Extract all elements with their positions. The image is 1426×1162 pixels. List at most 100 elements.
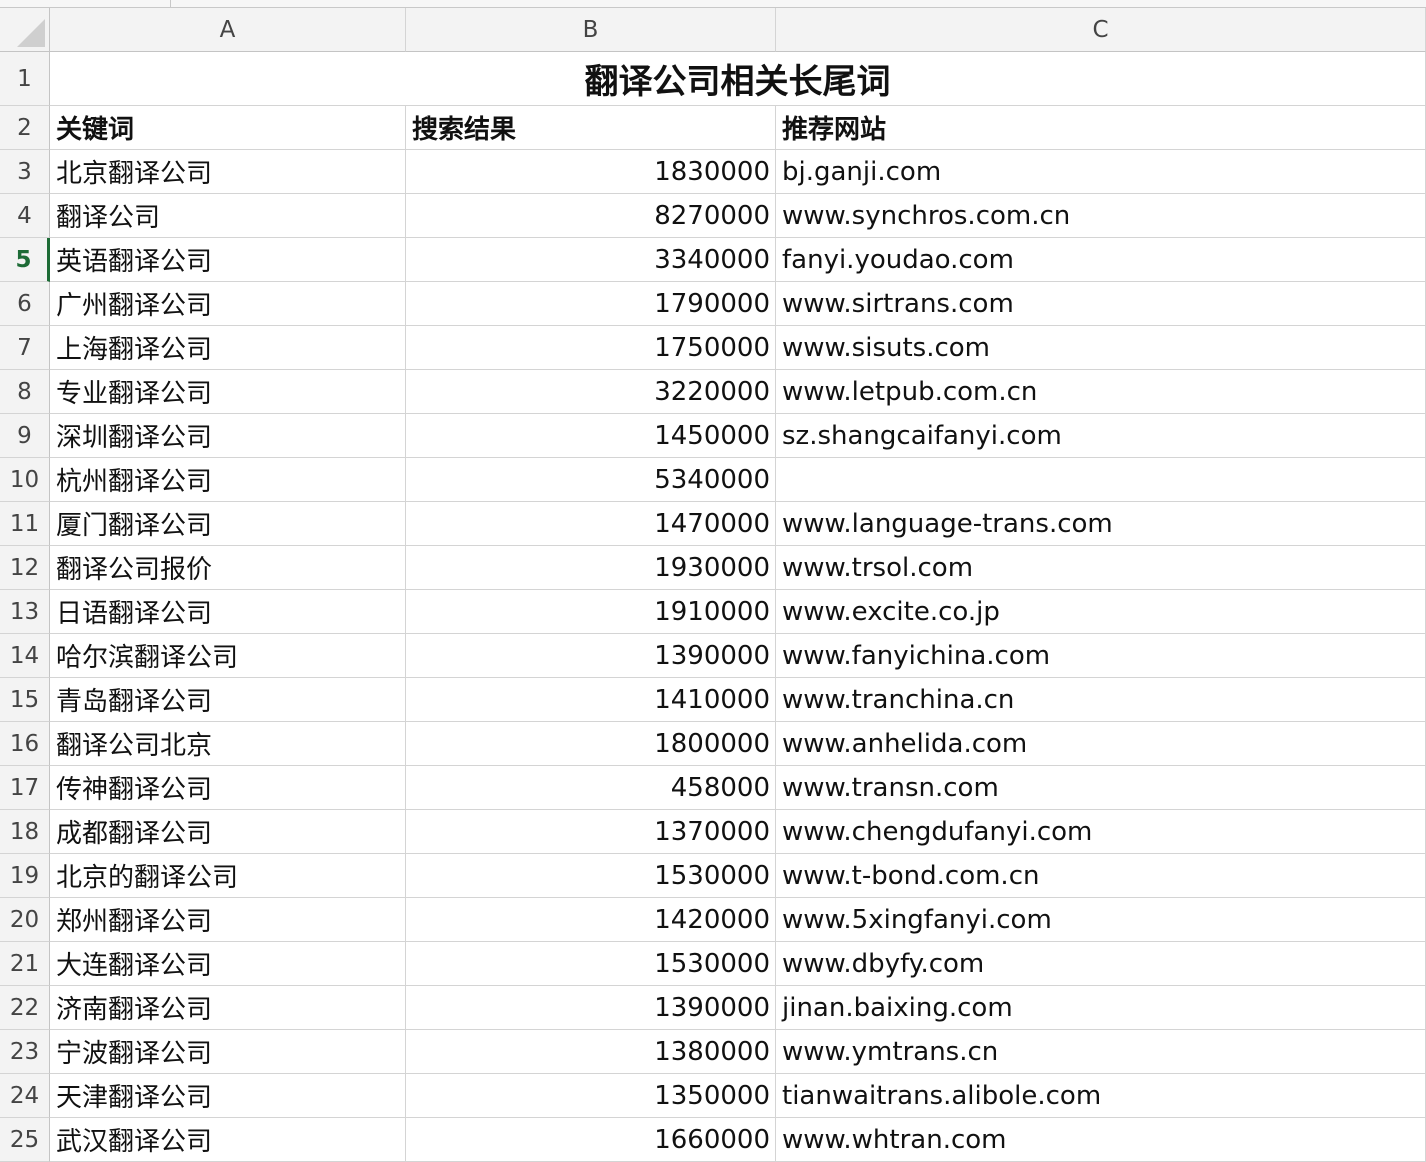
keyword-cell[interactable]: 哈尔滨翻译公司 bbox=[50, 634, 406, 678]
keyword-cell[interactable]: 济南翻译公司 bbox=[50, 986, 406, 1030]
column-header-a[interactable]: A bbox=[50, 8, 406, 52]
results-cell[interactable]: 1830000 bbox=[406, 150, 776, 194]
results-cell[interactable]: 5340000 bbox=[406, 458, 776, 502]
results-cell[interactable]: 3340000 bbox=[406, 238, 776, 282]
row-header[interactable]: 3 bbox=[0, 150, 50, 194]
row-header[interactable]: 6 bbox=[0, 282, 50, 326]
results-cell[interactable]: 1800000 bbox=[406, 722, 776, 766]
keyword-cell[interactable]: 日语翻译公司 bbox=[50, 590, 406, 634]
results-cell[interactable]: 1420000 bbox=[406, 898, 776, 942]
keyword-cell[interactable]: 北京翻译公司 bbox=[50, 150, 406, 194]
site-cell[interactable]: fanyi.youdao.com bbox=[776, 238, 1426, 282]
keyword-cell[interactable]: 翻译公司 bbox=[50, 194, 406, 238]
keyword-cell[interactable]: 翻译公司北京 bbox=[50, 722, 406, 766]
site-cell[interactable]: sz.shangcaifanyi.com bbox=[776, 414, 1426, 458]
site-cell[interactable]: www.anhelida.com bbox=[776, 722, 1426, 766]
results-cell[interactable]: 1750000 bbox=[406, 326, 776, 370]
keyword-cell[interactable]: 郑州翻译公司 bbox=[50, 898, 406, 942]
results-cell[interactable]: 1930000 bbox=[406, 546, 776, 590]
site-cell[interactable]: www.tranchina.cn bbox=[776, 678, 1426, 722]
keyword-cell[interactable]: 北京的翻译公司 bbox=[50, 854, 406, 898]
keyword-cell[interactable]: 深圳翻译公司 bbox=[50, 414, 406, 458]
site-cell[interactable]: www.sisuts.com bbox=[776, 326, 1426, 370]
results-cell[interactable]: 1470000 bbox=[406, 502, 776, 546]
results-cell[interactable]: 1410000 bbox=[406, 678, 776, 722]
results-cell[interactable]: 1390000 bbox=[406, 986, 776, 1030]
site-cell[interactable]: www.transn.com bbox=[776, 766, 1426, 810]
sheet-title-cell[interactable]: 翻译公司相关长尾词 bbox=[50, 52, 1426, 106]
row-header[interactable]: 13 bbox=[0, 590, 50, 634]
row-header[interactable]: 22 bbox=[0, 986, 50, 1030]
results-cell[interactable]: 1660000 bbox=[406, 1118, 776, 1162]
site-cell[interactable]: jinan.baixing.com bbox=[776, 986, 1426, 1030]
row-header[interactable]: 25 bbox=[0, 1118, 50, 1162]
site-cell[interactable]: www.language-trans.com bbox=[776, 502, 1426, 546]
row-header[interactable]: 21 bbox=[0, 942, 50, 986]
row-header[interactable]: 4 bbox=[0, 194, 50, 238]
row-header[interactable]: 2 bbox=[0, 106, 50, 150]
row-header[interactable]: 5 bbox=[0, 238, 50, 282]
header-cell-results[interactable]: 搜索结果 bbox=[406, 106, 776, 150]
row-header[interactable]: 1 bbox=[0, 52, 50, 106]
results-cell[interactable]: 8270000 bbox=[406, 194, 776, 238]
header-cell-keyword[interactable]: 关键词 bbox=[50, 106, 406, 150]
row-header[interactable]: 20 bbox=[0, 898, 50, 942]
header-cell-site[interactable]: 推荐网站 bbox=[776, 106, 1426, 150]
row-header[interactable]: 12 bbox=[0, 546, 50, 590]
row-header[interactable]: 7 bbox=[0, 326, 50, 370]
site-cell[interactable]: www.chengdufanyi.com bbox=[776, 810, 1426, 854]
row-header[interactable]: 8 bbox=[0, 370, 50, 414]
row-header[interactable]: 18 bbox=[0, 810, 50, 854]
keyword-cell[interactable]: 宁波翻译公司 bbox=[50, 1030, 406, 1074]
site-cell[interactable]: www.trsol.com bbox=[776, 546, 1426, 590]
row-header[interactable]: 23 bbox=[0, 1030, 50, 1074]
row-header[interactable]: 10 bbox=[0, 458, 50, 502]
site-cell[interactable]: www.ymtrans.cn bbox=[776, 1030, 1426, 1074]
site-cell[interactable]: www.dbyfy.com bbox=[776, 942, 1426, 986]
keyword-cell[interactable]: 武汉翻译公司 bbox=[50, 1118, 406, 1162]
site-cell[interactable]: www.letpub.com.cn bbox=[776, 370, 1426, 414]
site-cell[interactable]: www.whtran.com bbox=[776, 1118, 1426, 1162]
keyword-cell[interactable]: 翻译公司报价 bbox=[50, 546, 406, 590]
keyword-cell[interactable]: 英语翻译公司 bbox=[50, 238, 406, 282]
column-header-c[interactable]: C bbox=[776, 8, 1426, 52]
row-header[interactable]: 11 bbox=[0, 502, 50, 546]
site-cell[interactable]: www.fanyichina.com bbox=[776, 634, 1426, 678]
results-cell[interactable]: 1790000 bbox=[406, 282, 776, 326]
results-cell[interactable]: 1450000 bbox=[406, 414, 776, 458]
row-header[interactable]: 19 bbox=[0, 854, 50, 898]
keyword-cell[interactable]: 成都翻译公司 bbox=[50, 810, 406, 854]
row-header[interactable]: 17 bbox=[0, 766, 50, 810]
row-header[interactable]: 16 bbox=[0, 722, 50, 766]
results-cell[interactable]: 1530000 bbox=[406, 942, 776, 986]
keyword-cell[interactable]: 传神翻译公司 bbox=[50, 766, 406, 810]
results-cell[interactable]: 1380000 bbox=[406, 1030, 776, 1074]
site-cell[interactable]: www.synchros.com.cn bbox=[776, 194, 1426, 238]
site-cell[interactable]: www.excite.co.jp bbox=[776, 590, 1426, 634]
keyword-cell[interactable]: 广州翻译公司 bbox=[50, 282, 406, 326]
keyword-cell[interactable]: 杭州翻译公司 bbox=[50, 458, 406, 502]
keyword-cell[interactable]: 厦门翻译公司 bbox=[50, 502, 406, 546]
keyword-cell[interactable]: 上海翻译公司 bbox=[50, 326, 406, 370]
site-cell[interactable]: tianwaitrans.alibole.com bbox=[776, 1074, 1426, 1118]
site-cell[interactable]: bj.ganji.com bbox=[776, 150, 1426, 194]
select-all-corner[interactable] bbox=[0, 8, 50, 52]
site-cell[interactable]: www.sirtrans.com bbox=[776, 282, 1426, 326]
results-cell[interactable]: 1910000 bbox=[406, 590, 776, 634]
site-cell[interactable]: www.5xingfanyi.com bbox=[776, 898, 1426, 942]
keyword-cell[interactable]: 专业翻译公司 bbox=[50, 370, 406, 414]
keyword-cell[interactable]: 大连翻译公司 bbox=[50, 942, 406, 986]
results-cell[interactable]: 458000 bbox=[406, 766, 776, 810]
keyword-cell[interactable]: 青岛翻译公司 bbox=[50, 678, 406, 722]
results-cell[interactable]: 1370000 bbox=[406, 810, 776, 854]
results-cell[interactable]: 3220000 bbox=[406, 370, 776, 414]
keyword-cell[interactable]: 天津翻译公司 bbox=[50, 1074, 406, 1118]
row-header[interactable]: 9 bbox=[0, 414, 50, 458]
row-header[interactable]: 14 bbox=[0, 634, 50, 678]
column-header-b[interactable]: B bbox=[406, 8, 776, 52]
row-header[interactable]: 15 bbox=[0, 678, 50, 722]
results-cell[interactable]: 1530000 bbox=[406, 854, 776, 898]
site-cell[interactable] bbox=[776, 458, 1426, 502]
site-cell[interactable]: www.t-bond.com.cn bbox=[776, 854, 1426, 898]
row-header[interactable]: 24 bbox=[0, 1074, 50, 1118]
